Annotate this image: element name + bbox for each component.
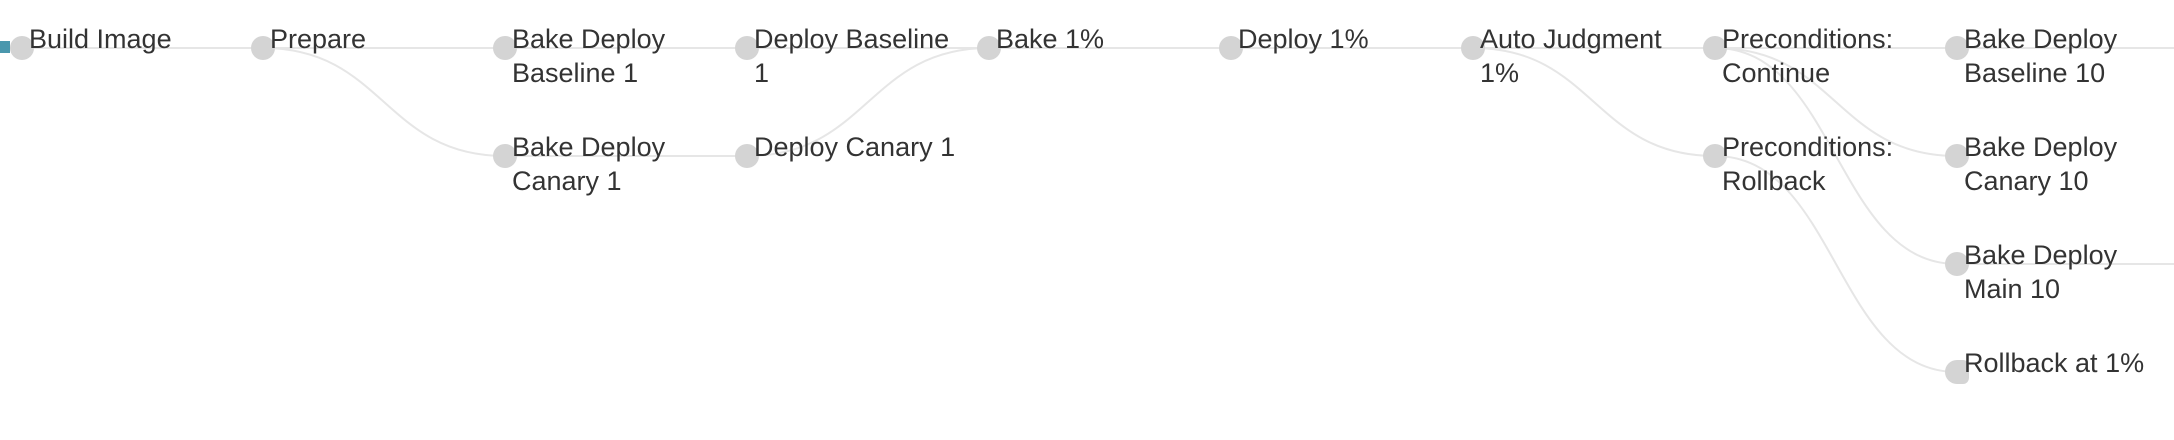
stage-bake-deploy-canary-1[interactable]: Bake Deploy Canary 1	[493, 132, 733, 224]
stage-bake-deploy-baseline-1[interactable]: Bake Deploy Baseline 1	[493, 24, 733, 116]
stage-auto-judgment-1pct[interactable]: Auto Judgment 1%	[1461, 24, 1701, 116]
stage-label[interactable]: Bake Deploy Main 10	[1964, 238, 2174, 306]
stage-bake-deploy-main-10[interactable]: Bake Deploy Main 10	[1945, 240, 2174, 332]
stage-label[interactable]: Deploy Canary 1	[754, 130, 974, 164]
stage-deploy-canary-1[interactable]: Deploy Canary 1	[735, 132, 975, 224]
stage-label[interactable]: Preconditions: Rollback	[1722, 130, 1942, 198]
stage-bake-1pct[interactable]: Bake 1%	[977, 24, 1217, 116]
stage-preconditions-continue[interactable]: Preconditions: Continue	[1703, 24, 1943, 116]
stage-label[interactable]: Deploy Baseline 1	[754, 22, 974, 90]
stage-label[interactable]: Bake Deploy Baseline 10	[1964, 22, 2174, 90]
stage-label[interactable]: Auto Judgment 1%	[1480, 22, 1700, 90]
stage-preconditions-rollback[interactable]: Preconditions: Rollback	[1703, 132, 1943, 224]
stage-label[interactable]: Bake Deploy Canary 1	[512, 130, 732, 198]
stage-label[interactable]: Preconditions: Continue	[1722, 22, 1942, 90]
stage-label[interactable]: Rollback at 1%	[1964, 346, 2174, 380]
stage-bake-deploy-baseline-10[interactable]: Bake Deploy Baseline 10	[1945, 24, 2174, 116]
stage-label[interactable]: Bake 1%	[996, 22, 1216, 56]
stage-label[interactable]: Bake Deploy Baseline 1	[512, 22, 732, 90]
stage-label[interactable]: Prepare	[270, 22, 490, 56]
stage-deploy-baseline-1[interactable]: Deploy Baseline 1	[735, 24, 975, 116]
stage-label[interactable]: Deploy 1%	[1238, 22, 1458, 56]
pipeline-nodes: Build Image Prepare Bake Deploy Baseline 1…	[0, 0, 2174, 408]
stage-bake-deploy-canary-10[interactable]: Bake Deploy Canary 10	[1945, 132, 2174, 224]
stage-build-image[interactable]: Build Image	[10, 24, 250, 116]
pipeline-graph: Build Image Prepare Bake Deploy Baseline 1…	[0, 0, 2174, 408]
stage-label[interactable]: Build Image	[29, 22, 249, 56]
stage-rollback-at-1pct[interactable]: Rollback at 1%	[1945, 348, 2174, 440]
stage-label[interactable]: Bake Deploy Canary 10	[1964, 130, 2174, 198]
stage-deploy-1pct[interactable]: Deploy 1%	[1219, 24, 1459, 116]
stage-prepare[interactable]: Prepare	[251, 24, 491, 116]
